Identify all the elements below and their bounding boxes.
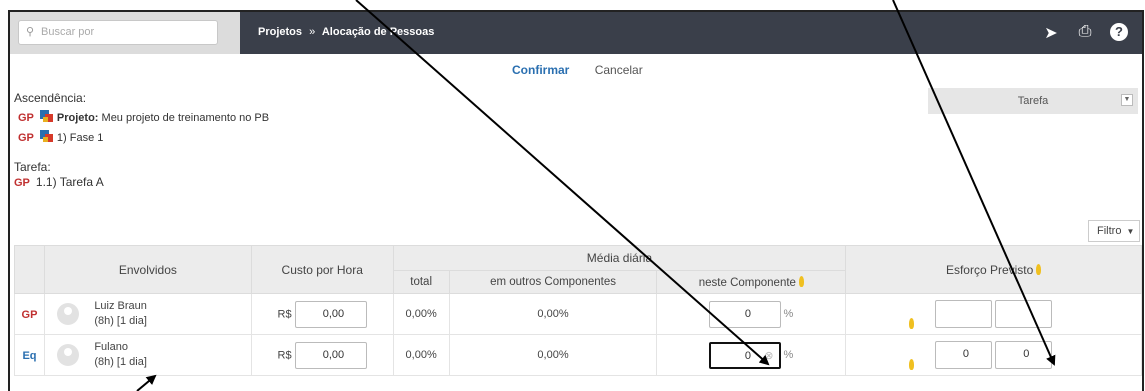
cost-input[interactable]: 0,00 <box>294 341 367 369</box>
clear-icon[interactable]: ⊗ <box>764 344 773 369</box>
search-placeholder: Buscar por <box>41 26 95 38</box>
neste-cell: 0 ⊗% <box>656 334 847 376</box>
filter-label: Filtro <box>1097 225 1122 237</box>
top-icons: ➤ ⎙ ? <box>1042 23 1128 43</box>
ascendencia-item: GP 1) Fase 1 <box>14 128 269 148</box>
esforco-input-2[interactable]: 0 <box>995 341 1053 369</box>
person-detail: (8h) [1 dia] <box>94 315 147 327</box>
person-name: Luiz Braun <box>94 300 147 312</box>
lightbulb-icon[interactable] <box>1036 263 1042 275</box>
table-row: Eq Fulano (8h) [1 dia] R$ 0,00 0,00% 0,00… <box>14 334 1142 376</box>
row-badge-cell: GP <box>14 293 45 335</box>
tarefa-name[interactable]: 1.1) Tarefa A <box>36 175 104 189</box>
gp-badge: GP <box>14 177 30 189</box>
currency-label: R$ <box>277 308 292 321</box>
esforco-cell: 0 0 <box>845 334 1142 376</box>
lightbulb-icon[interactable] <box>909 318 915 329</box>
header-esforco: Esforço Previsto <box>845 245 1142 294</box>
lightbulb-icon[interactable] <box>798 275 804 287</box>
breadcrumb-projetos[interactable]: Projetos <box>258 26 302 38</box>
esforco-cell <box>845 293 1142 335</box>
ascendencia-item: GP Projeto: Meu projeto de treinamento no… <box>14 108 269 128</box>
breadcrumb: Projetos » Alocação de Pessoas <box>258 26 434 38</box>
avatar <box>56 303 79 325</box>
header-esforco-label: Esforço Previsto <box>945 262 1034 277</box>
tarefa-section: Tarefa: GP 1.1) Tarefa A <box>14 160 104 191</box>
header-media: Média diária <box>392 245 847 271</box>
avatar <box>56 344 79 366</box>
percent-label: % <box>783 349 794 362</box>
confirm-button[interactable]: Confirmar <box>512 63 569 77</box>
badge-header <box>14 245 45 294</box>
project-label: Projeto: <box>56 112 99 124</box>
allocation-table: Envolvidos Custo por Hora Média diária E… <box>14 245 1142 376</box>
neste-input-value: 0 <box>744 349 752 362</box>
phase-name[interactable]: 1) Fase 1 <box>57 132 103 144</box>
person-detail: (8h) [1 dia] <box>94 356 147 368</box>
cost-cell: R$ 0,00 <box>250 293 394 335</box>
person-cell: Luiz Braun (8h) [1 dia] <box>43 293 252 335</box>
currency-label: R$ <box>277 349 292 362</box>
top-bar: ⚲ Buscar por Projetos » Alocação de Pess… <box>10 12 1142 54</box>
caret-down-icon: ▼ <box>1126 227 1135 236</box>
gp-badge: GP <box>18 112 34 124</box>
neste-input-active[interactable]: 0 ⊗ <box>709 341 782 369</box>
ascendencia-label: Ascendência: <box>14 91 87 105</box>
row-badge-cell: Eq <box>14 334 45 376</box>
outros-cell: 0,00% <box>448 293 658 335</box>
search-input[interactable]: ⚲ Buscar por <box>18 20 218 45</box>
gp-badge: GP <box>18 132 34 144</box>
tarefa-label: Tarefa: <box>14 160 51 174</box>
print-icon[interactable]: ⎙ <box>1076 23 1094 43</box>
outros-cell: 0,00% <box>448 334 658 376</box>
esforco-input-1[interactable]: 0 <box>934 341 992 369</box>
app-window: ⚲ Buscar por Projetos » Alocação de Pess… <box>8 10 1144 391</box>
person-cell: Fulano (8h) [1 dia] <box>43 334 252 376</box>
search-area: ⚲ Buscar por <box>10 12 240 54</box>
eq-badge: Eq <box>22 350 37 362</box>
search-icon: ⚲ <box>26 26 35 38</box>
percent-label: % <box>783 308 794 321</box>
total-cell: 0,00% <box>392 293 450 335</box>
send-icon[interactable]: ➤ <box>1042 23 1060 43</box>
cost-input[interactable]: 0,00 <box>294 300 367 328</box>
tarefa-dropdown-value: Tarefa <box>1017 95 1049 107</box>
header-total: total <box>392 270 450 294</box>
header-custo: Custo por Hora <box>250 245 394 294</box>
gp-badge: GP <box>21 309 38 321</box>
header-neste-label: neste Componente <box>698 276 796 289</box>
esforco-input-2[interactable] <box>995 300 1053 328</box>
breadcrumb-separator: » <box>309 26 316 38</box>
neste-input[interactable]: 0 <box>709 300 782 328</box>
action-bar: Confirmar Cancelar <box>512 63 643 77</box>
ascendencia-section: Ascendência: GP Projeto: Meu projeto de t… <box>14 88 269 148</box>
chevron-down-icon: ▼ <box>1121 94 1133 106</box>
esforco-input-1[interactable] <box>934 300 992 328</box>
cancel-button[interactable]: Cancelar <box>595 63 643 77</box>
header-outros: em outros Componentes <box>448 270 658 294</box>
header-envolvidos: Envolvidos <box>43 245 252 294</box>
filter-button[interactable]: Filtro ▼ <box>1088 220 1140 242</box>
person-name: Fulano <box>94 341 128 353</box>
help-icon[interactable]: ? <box>1110 23 1128 41</box>
tarefa-dropdown[interactable]: Tarefa ▼ <box>928 88 1138 114</box>
header-neste: neste Componente <box>656 270 847 294</box>
total-cell: 0,00% <box>392 334 450 376</box>
lightbulb-icon[interactable] <box>909 359 915 370</box>
breadcrumb-alocacao: Alocação de Pessoas <box>321 26 435 38</box>
project-name[interactable]: Meu projeto de treinamento no PB <box>102 112 270 124</box>
cost-cell: R$ 0,00 <box>250 334 394 376</box>
project-icon <box>39 110 54 122</box>
phase-icon <box>39 130 54 142</box>
table-row: GP Luiz Braun (8h) [1 dia] R$ 0,00 0,00% … <box>14 293 1142 335</box>
neste-cell: 0% <box>656 293 847 335</box>
